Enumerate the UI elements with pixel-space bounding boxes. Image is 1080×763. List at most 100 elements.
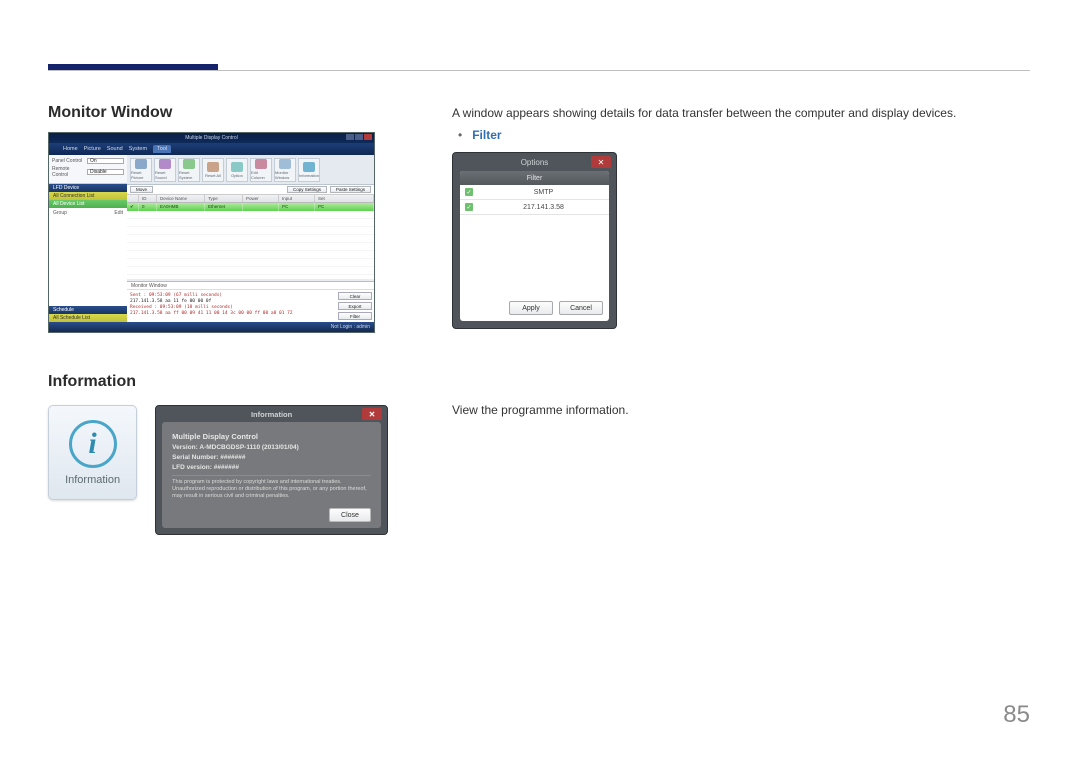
- list-item[interactable]: ✓ SMTP: [460, 185, 609, 200]
- mdc-titlebar: Multiple Display Control: [49, 133, 374, 143]
- label-panel-control: Panel Control: [52, 158, 84, 164]
- monitor-window-description: A window appears showing details for dat…: [452, 104, 1030, 122]
- select-panel-control[interactable]: On: [87, 158, 124, 164]
- right-column: A window appears showing details for dat…: [452, 104, 1030, 425]
- header-rule: [48, 70, 1030, 71]
- monitor-window-icon: [279, 159, 291, 169]
- col-set: Set: [315, 195, 374, 202]
- options-title: Options ✕: [453, 153, 616, 171]
- action-move[interactable]: Move: [130, 186, 153, 193]
- toolbar-edit-column[interactable]: Edit Column: [250, 158, 272, 182]
- tree-all-schedule[interactable]: All Schedule List: [49, 314, 127, 322]
- heading-monitor-window: Monitor Window: [48, 104, 388, 122]
- monitor-filter-button[interactable]: Filter: [338, 312, 372, 320]
- col-chk: [127, 195, 139, 202]
- information-description: View the programme information.: [452, 401, 1030, 419]
- info-serial: Serial Number: #######: [172, 454, 371, 461]
- action-copy[interactable]: Copy Settings: [287, 186, 327, 193]
- tree-header-schedule[interactable]: Schedule: [49, 306, 127, 314]
- info-lfd: LFD version: #######: [172, 464, 371, 471]
- information-icon-tile[interactable]: i Information: [48, 405, 137, 500]
- checkbox[interactable]: ✓: [460, 203, 478, 211]
- tree-edit[interactable]: Edit: [114, 210, 123, 216]
- tab-tool[interactable]: Tool: [153, 145, 171, 153]
- tree-group[interactable]: Group: [53, 210, 67, 216]
- col-input: Input: [279, 195, 315, 202]
- toolbar-reset-system[interactable]: Reset System: [178, 158, 200, 182]
- info-icon: i: [69, 420, 117, 468]
- maximize-icon[interactable]: [355, 134, 363, 140]
- mdc-title-text: Multiple Display Control: [185, 135, 238, 141]
- mdc-actionbar: Move Copy Settings Paste Settings: [127, 185, 374, 195]
- device-grid: ID Device Name Type Power Input Set ✔ 0 …: [127, 195, 374, 279]
- monitor-log: Sent : 09:53:09 (67 milli seconds) 217.1…: [127, 290, 336, 322]
- close-icon[interactable]: [364, 134, 372, 140]
- toolbar-option[interactable]: Option: [226, 158, 248, 182]
- reset-sound-icon: [159, 159, 171, 169]
- monitor-clear-button[interactable]: Clear: [338, 292, 372, 300]
- option-icon: [231, 162, 243, 172]
- tree-all-device[interactable]: All Device List: [49, 200, 127, 208]
- col-type: Type: [205, 195, 243, 202]
- reset-all-icon: [207, 162, 219, 172]
- col-name: Device Name: [157, 195, 205, 202]
- information-icon: [303, 162, 315, 172]
- toolbar-reset-all[interactable]: Reset All: [202, 158, 224, 182]
- toolbar-information[interactable]: Information: [298, 158, 320, 182]
- tab-sound[interactable]: Sound: [107, 146, 123, 152]
- page-header: [48, 64, 1030, 72]
- tab-home[interactable]: Home: [63, 146, 78, 152]
- cancel-button[interactable]: Cancel: [559, 301, 603, 315]
- page-number: 85: [1003, 701, 1030, 729]
- information-dialog: Information ✕ Multiple Display Control V…: [155, 405, 388, 535]
- reset-picture-icon: [135, 159, 147, 169]
- tab-system[interactable]: System: [129, 146, 147, 152]
- check-icon: ✓: [465, 188, 473, 196]
- list-item[interactable]: ✓ 217.141.3.58: [460, 200, 609, 215]
- mdc-sidebar: Panel Control On Remote Control Disable …: [49, 155, 127, 322]
- info-version: Version: A-MDCBGDSP-1110 (2013/01/04): [172, 444, 371, 451]
- mdc-window: Multiple Display Control Home Picture So…: [48, 132, 375, 333]
- checkbox[interactable]: ✓: [460, 188, 478, 196]
- table-row[interactable]: ✔ 0 EA0HMB Ethernet PC PC: [127, 203, 374, 211]
- close-button[interactable]: Close: [329, 508, 371, 522]
- reset-system-icon: [183, 159, 195, 169]
- monitor-export-button[interactable]: Export: [338, 302, 372, 310]
- col-power: Power: [243, 195, 279, 202]
- edit-column-icon: [255, 159, 267, 169]
- filter-header: Filter: [460, 171, 609, 185]
- filter-bullet: • Filter: [458, 128, 1030, 142]
- col-id: ID: [139, 195, 157, 202]
- bullet-icon: •: [458, 128, 462, 142]
- info-dialog-title: Information ✕: [156, 406, 387, 422]
- mdc-toolbar: Reset Picture Reset Sound Reset System R…: [127, 155, 374, 185]
- action-paste[interactable]: Paste Settings: [330, 186, 371, 193]
- grid-header: ID Device Name Type Power Input Set: [127, 195, 374, 203]
- select-remote-control[interactable]: Disable: [87, 169, 124, 175]
- info-icon-label: Information: [65, 474, 120, 486]
- info-copyright: This program is protected by copyright l…: [172, 475, 371, 500]
- left-column: Monitor Window Multiple Display Control …: [48, 104, 388, 535]
- mdc-tabs: Home Picture Sound System Tool: [49, 143, 374, 155]
- toolbar-monitor-window[interactable]: Monitor Window: [274, 158, 296, 182]
- toolbar-reset-sound[interactable]: Reset Sound: [154, 158, 176, 182]
- apply-button[interactable]: Apply: [509, 301, 553, 315]
- tree-all-connection[interactable]: All Connection List: [49, 192, 127, 200]
- info-product: Multiple Display Control: [172, 432, 371, 441]
- monitor-panel: Monitor Window Sent : 09:53:09 (67 milli…: [127, 281, 374, 322]
- check-icon: ✓: [465, 203, 473, 211]
- close-icon[interactable]: ✕: [362, 408, 382, 420]
- window-buttons: [346, 134, 372, 140]
- tree-body: Group Edit: [49, 208, 127, 306]
- close-icon[interactable]: ✕: [591, 156, 611, 168]
- minimize-icon[interactable]: [346, 134, 354, 140]
- tree-header-lfd[interactable]: LFD Device: [49, 184, 127, 192]
- mdc-statusbar: Not Login : admin: [49, 322, 374, 332]
- filter-label: Filter: [472, 128, 501, 142]
- options-dialog: Options ✕ Filter ✓ SMTP ✓ 217.141.3.58 A…: [452, 152, 617, 329]
- tab-picture[interactable]: Picture: [84, 146, 101, 152]
- toolbar-reset-picture[interactable]: Reset Picture: [130, 158, 152, 182]
- heading-information: Information: [48, 373, 388, 391]
- label-remote-control: Remote Control: [52, 166, 84, 178]
- monitor-panel-title: Monitor Window: [131, 283, 167, 289]
